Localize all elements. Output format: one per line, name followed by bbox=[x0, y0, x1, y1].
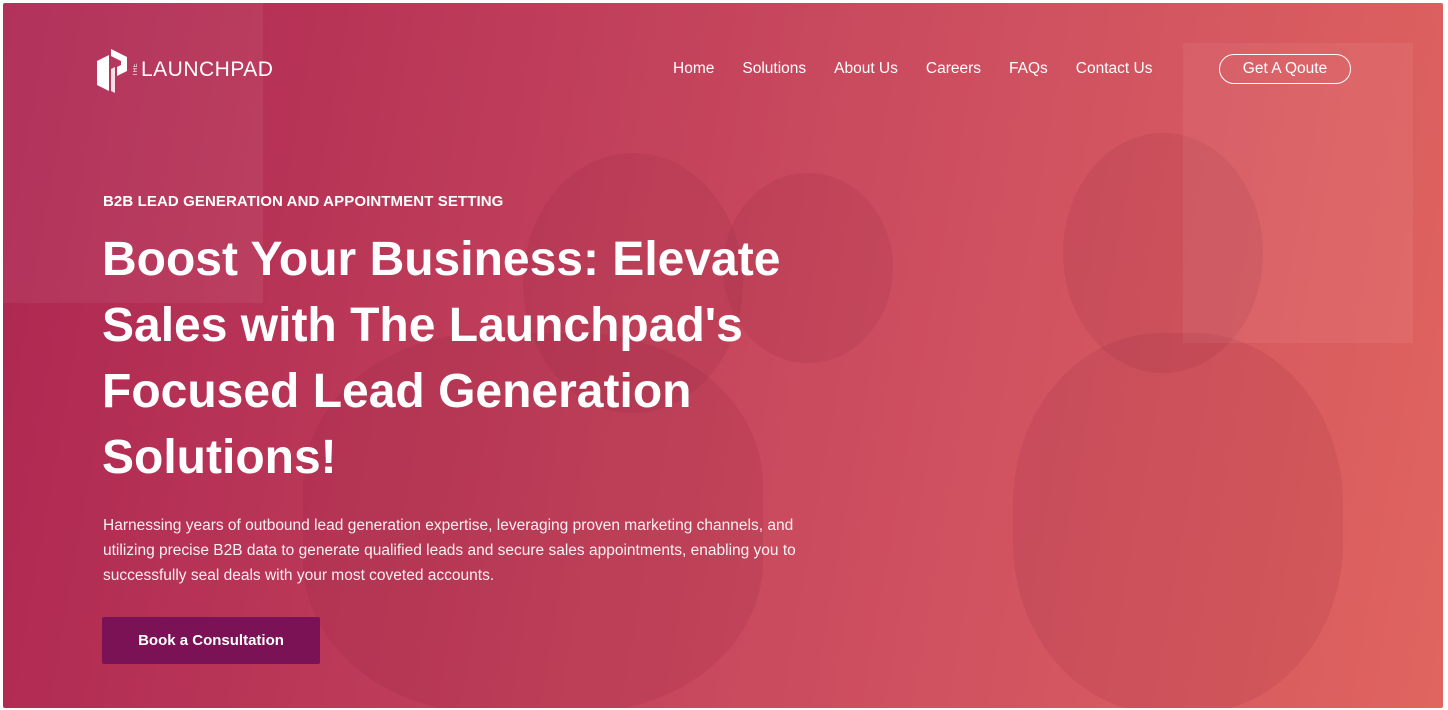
hero-eyebrow: B2B LEAD GENERATION AND APPOINTMENT SETT… bbox=[103, 193, 504, 210]
nav-item-solutions[interactable]: Solutions bbox=[742, 60, 806, 78]
headline-line: Focused Lead Generation bbox=[102, 365, 692, 418]
headline-line: Sales with The Launchpad's bbox=[102, 299, 743, 352]
main-nav: Home Solutions About Us Careers FAQs Con… bbox=[673, 60, 1180, 78]
nav-item-careers[interactable]: Careers bbox=[926, 60, 981, 78]
logo-text: LAUNCHPAD bbox=[141, 58, 274, 81]
book-consultation-button[interactable]: Book a Consultation bbox=[102, 617, 320, 664]
hero-headline: Boost Your Business: Elevate Sales with … bbox=[102, 227, 822, 491]
nav-item-faqs[interactable]: FAQs bbox=[1009, 60, 1048, 78]
hero-section: THE LAUNCHPAD Home Solutions About Us Ca… bbox=[3, 3, 1443, 708]
logo-small-text: THE bbox=[133, 63, 139, 77]
description-line: successfully seal deals with your most c… bbox=[103, 567, 495, 584]
nav-item-home[interactable]: Home bbox=[673, 60, 714, 78]
description-line: utilizing precise B2B data to generate q… bbox=[103, 542, 796, 559]
nav-item-contact-us[interactable]: Contact Us bbox=[1076, 60, 1153, 78]
site-logo[interactable]: THE LAUNCHPAD bbox=[95, 47, 273, 93]
get-a-quote-button[interactable]: Get A Qoute bbox=[1219, 54, 1351, 84]
hero-description: Harnessing years of outbound lead genera… bbox=[103, 513, 893, 588]
description-line: Harnessing years of outbound lead genera… bbox=[103, 517, 794, 534]
nav-item-about-us[interactable]: About Us bbox=[834, 60, 898, 78]
headline-line: Boost Your Business: Elevate bbox=[102, 233, 781, 286]
headline-line: Solutions! bbox=[102, 431, 337, 484]
launchpad-logo-icon bbox=[97, 49, 127, 93]
